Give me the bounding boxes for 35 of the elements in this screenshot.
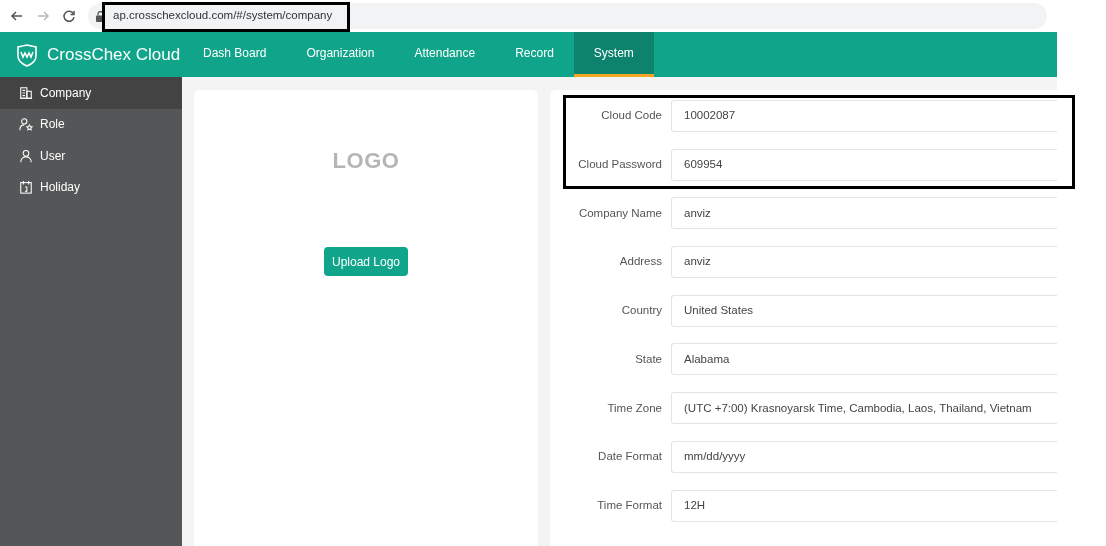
sidebar-item[interactable]: User: [0, 140, 182, 172]
sidebar-item[interactable]: Company: [0, 77, 182, 109]
input-field[interactable]: anviz: [671, 246, 1057, 279]
field-label: Time Format: [596, 497, 663, 513]
input-field[interactable]: anviz: [671, 197, 1057, 230]
field-label: State: [634, 351, 663, 367]
input-field[interactable]: 12H: [671, 489, 1057, 522]
reload-icon[interactable]: [62, 9, 76, 23]
field-label: Country: [620, 303, 663, 319]
calendar-icon: [19, 180, 33, 195]
shield-logo-icon: [15, 42, 39, 67]
input-field[interactable]: Alabama: [671, 343, 1057, 376]
field-label: Company Name: [577, 205, 663, 221]
user-star-icon: [19, 117, 33, 132]
user-icon: [19, 148, 33, 163]
building-icon: [19, 85, 33, 100]
field-label: Time Zone: [606, 400, 663, 416]
address-bar[interactable]: ap.crosschexcloud.com/#/system/company: [88, 3, 1047, 29]
url-text: ap.crosschexcloud.com/#/system/company: [113, 10, 333, 22]
input-field[interactable]: United States: [671, 294, 1057, 327]
field-label: Cloud Password: [577, 157, 663, 173]
nav-tab[interactable]: System: [573, 32, 654, 77]
back-icon[interactable]: [10, 9, 24, 23]
input-field[interactable]: (UTC +7:00) Krasnoyarsk Time, Cambodia, Laos, Thailand, Vietnam: [671, 392, 1057, 425]
field-label: Date Format: [597, 449, 663, 465]
input-field[interactable]: 10002087: [671, 100, 1057, 132]
lock-icon: [96, 10, 105, 22]
field-label: Address: [618, 254, 663, 270]
field-label: Cloud Code: [600, 108, 663, 124]
app-title: CrossChex Cloud: [47, 43, 181, 66]
logo-label: LOGO: [332, 150, 400, 172]
input-field[interactable]: 609954: [671, 148, 1057, 181]
sidebar-item[interactable]: Role: [0, 108, 182, 140]
input-field[interactable]: mm/dd/yyyy: [671, 440, 1057, 473]
sidebar-item[interactable]: Holiday: [0, 171, 182, 203]
